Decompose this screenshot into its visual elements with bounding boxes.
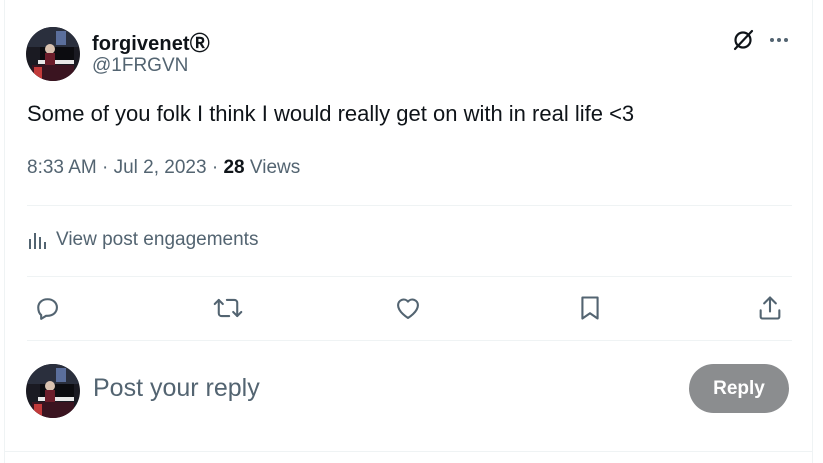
like-button[interactable] [392, 292, 424, 324]
meta-separator: · [102, 157, 114, 178]
avatar-pianist-image [26, 27, 80, 81]
post-time[interactable]: 8:33 AM [27, 157, 97, 178]
reply-bubble-icon [37, 298, 58, 320]
meta-separator: · [211, 157, 224, 178]
post-meta: 8:33 AM · Jul 2, 2023 · 28 Views [27, 157, 300, 179]
heart-icon [397, 298, 419, 319]
bar-chart-icon [29, 233, 46, 249]
avatar-pianist-image [26, 364, 80, 418]
more-dots-icon [770, 38, 788, 42]
divider [4, 451, 813, 452]
post-text: Some of you folk I think I would really … [27, 101, 635, 126]
author-handle[interactable]: @1FRGVN [92, 55, 188, 77]
reply-input[interactable] [93, 370, 653, 406]
views-count: 28 [223, 157, 245, 178]
grok-icon [733, 29, 754, 51]
repost-button[interactable] [212, 292, 244, 324]
views-label: Views [249, 157, 301, 178]
divider [27, 276, 792, 277]
divider [27, 205, 792, 206]
share-icon [759, 296, 781, 320]
grok-button[interactable] [730, 27, 756, 53]
divider [27, 340, 792, 341]
share-button[interactable] [754, 292, 786, 324]
engagements-label: View post engagements [56, 229, 259, 250]
more-options-button[interactable] [766, 27, 792, 53]
bookmark-icon [581, 296, 599, 320]
view-engagements-link[interactable]: View post engagements [27, 226, 258, 254]
reply-button[interactable] [31, 292, 63, 324]
author-avatar[interactable] [26, 27, 80, 81]
repost-icon [213, 298, 243, 318]
reply-submit-button[interactable]: Reply [689, 364, 789, 413]
post-date[interactable]: Jul 2, 2023 [114, 157, 207, 178]
author-display-name[interactable]: forgivenetⓇ [92, 27, 210, 56]
bookmark-button[interactable] [574, 292, 606, 324]
current-user-avatar[interactable] [26, 364, 80, 418]
registered-badge: Ⓡ [189, 33, 210, 55]
